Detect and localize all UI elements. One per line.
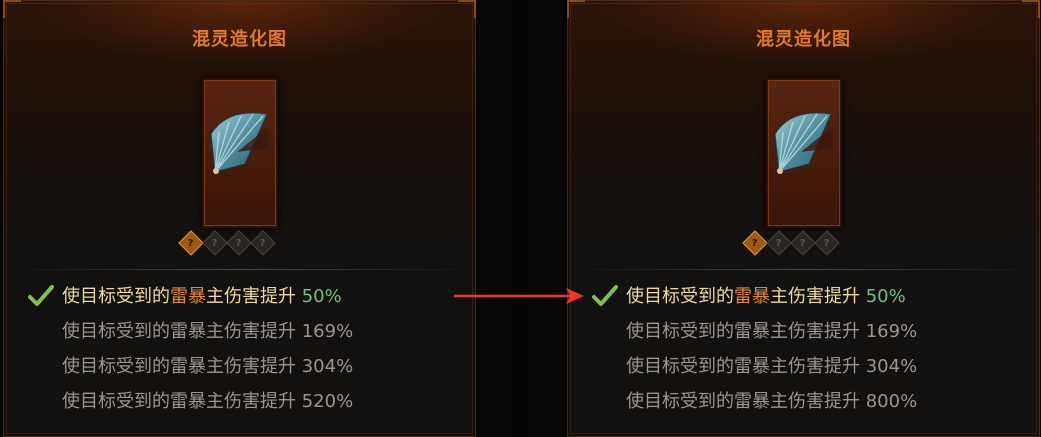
socket-empty[interactable]: ?: [766, 230, 792, 256]
effect-list: 使目标受到的雷暴主伤害提升 50% 使目标受到的雷暴主伤害提升 169% 使目标…: [4, 285, 475, 426]
effect-row: 使目标受到的雷暴主伤害提升 304%: [626, 356, 918, 377]
corner-ornament: [1022, 0, 1040, 18]
item-card[interactable]: [766, 78, 842, 228]
socket-empty[interactable]: ?: [814, 230, 840, 256]
socket-filled[interactable]: ?: [178, 230, 204, 256]
checkmark-icon: [592, 285, 618, 306]
effect-keyword: 雷暴: [170, 286, 206, 307]
effect-value: 50%: [865, 286, 906, 307]
effect-keyword: 雷暴: [734, 286, 770, 307]
panel-gap: [478, 0, 563, 437]
effect-row-active: 使目标受到的雷暴主伤害提升 50%: [568, 285, 1039, 321]
item-tooltip-panel-right: 混灵造化图 ? ? ? ? 使目标受到的雷暴主伤害提升 50% 使目标受到的雷暴…: [567, 0, 1040, 437]
divider: [26, 269, 456, 270]
socket-empty[interactable]: ?: [250, 230, 276, 256]
fan-icon: [210, 112, 269, 174]
effect-list: 使目标受到的雷暴主伤害提升 50% 使目标受到的雷暴主伤害提升 169% 使目标…: [568, 285, 1039, 426]
corner-ornament: [567, 0, 585, 18]
item-tooltip-panel-left: 混灵造化图 ? ? ? ? 使目标受到的雷暴主伤害提升 50% 使目标受到的雷暴…: [3, 0, 476, 437]
socket-empty[interactable]: ?: [226, 230, 252, 256]
effect-row: 使目标受到的雷暴主伤害提升 520%: [62, 391, 354, 412]
socket-empty[interactable]: ?: [202, 230, 228, 256]
socket-empty[interactable]: ?: [790, 230, 816, 256]
effect-row: 使目标受到的雷暴主伤害提升 800%: [626, 391, 918, 412]
effect-row-active: 使目标受到的雷暴主伤害提升 50%: [4, 285, 475, 321]
socket-filled[interactable]: ?: [742, 230, 768, 256]
effect-row: 使目标受到的雷暴主伤害提升 169%: [62, 321, 354, 342]
effect-row: 使目标受到的雷暴主伤害提升 169%: [626, 321, 918, 342]
divider: [590, 269, 1020, 270]
item-title: 混灵造化图: [192, 29, 287, 50]
item-title: 混灵造化图: [756, 29, 851, 50]
corner-ornament: [3, 0, 21, 18]
item-card[interactable]: [202, 78, 278, 228]
gem-sockets: ? ? ? ?: [742, 230, 866, 256]
fan-icon: [774, 112, 833, 174]
effect-row: 使目标受到的雷暴主伤害提升 304%: [62, 356, 354, 377]
corner-ornament: [458, 0, 476, 18]
comparison-arrow-icon: [454, 288, 584, 304]
effect-value: 50%: [301, 286, 342, 307]
gem-sockets: ? ? ? ?: [178, 230, 302, 256]
checkmark-icon: [28, 285, 54, 306]
